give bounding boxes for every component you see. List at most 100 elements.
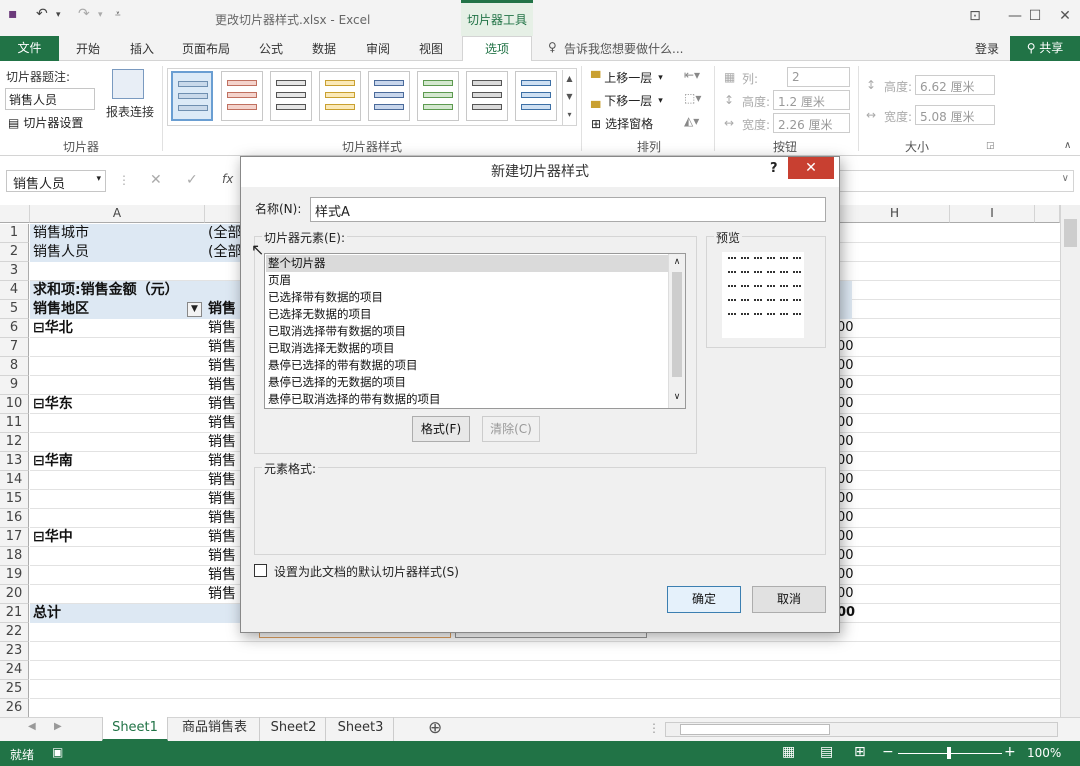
- formula-input[interactable]: ∨: [830, 170, 1074, 192]
- scroll-thumb[interactable]: [1064, 219, 1077, 247]
- list-item[interactable]: 已取消选择无数据的项目: [268, 340, 395, 357]
- normal-view-icon[interactable]: ▦: [782, 744, 795, 760]
- list-item[interactable]: 悬停已选择的无数据的项目: [268, 374, 406, 391]
- list-item[interactable]: 悬停已取消选择的带有数据的项目: [268, 391, 441, 408]
- scroll-up-icon[interactable]: ▲: [563, 70, 576, 88]
- cancel-button[interactable]: 取消: [752, 586, 826, 613]
- gallery-more-icon[interactable]: ▾: [563, 106, 576, 124]
- bring-forward-button[interactable]: ▀ 上移一层 ▾: [591, 69, 663, 86]
- confirm-entry-icon[interactable]: ✓: [186, 172, 198, 188]
- sheet-tab-goods-sales[interactable]: 商品销售表: [170, 717, 260, 741]
- group-icon[interactable]: ⬚▾: [684, 91, 701, 105]
- row-header[interactable]: 3: [0, 262, 29, 281]
- tab-page-layout[interactable]: 页面布局: [182, 40, 230, 57]
- cell-b10[interactable]: 销售: [205, 395, 236, 414]
- row-header[interactable]: 26: [0, 699, 29, 718]
- slicer-style-thumb-5[interactable]: [368, 71, 410, 121]
- style-name-input[interactable]: 样式A: [310, 197, 826, 222]
- select-all-corner[interactable]: [0, 205, 30, 223]
- help-icon[interactable]: ?: [770, 161, 778, 176]
- row-header[interactable]: 24: [0, 661, 29, 680]
- row-header[interactable]: 7: [0, 338, 29, 357]
- slicer-caption-input[interactable]: 销售人员: [5, 88, 95, 110]
- page-layout-view-icon[interactable]: ▤: [820, 744, 833, 760]
- add-sheet-icon[interactable]: ⊕: [428, 718, 442, 738]
- clear-button[interactable]: 清除(C): [482, 416, 540, 442]
- zoom-level[interactable]: 100%: [1027, 746, 1061, 760]
- column-header-i[interactable]: I: [950, 205, 1035, 223]
- slicer-style-thumb-3[interactable]: [270, 71, 312, 121]
- format-button[interactable]: 格式(F): [412, 416, 470, 442]
- cell-b20[interactable]: 销售: [205, 585, 236, 604]
- cell-a2[interactable]: 销售人员: [30, 243, 89, 262]
- row-header[interactable]: 14: [0, 471, 29, 490]
- tab-review[interactable]: 审阅: [366, 40, 390, 57]
- cell-b17[interactable]: 销售: [205, 528, 236, 547]
- row-header[interactable]: 25: [0, 680, 29, 699]
- gallery-scroll[interactable]: ▲ ▼ ▾: [562, 70, 576, 125]
- name-box[interactable]: 销售人员 ▾: [6, 170, 106, 192]
- row-header[interactable]: 9: [0, 376, 29, 395]
- columns-input[interactable]: 2: [787, 67, 850, 87]
- row-header[interactable]: 21: [0, 604, 29, 623]
- cell-a21[interactable]: 总计: [30, 604, 61, 623]
- cell-b15[interactable]: 销售: [205, 490, 236, 509]
- slicer-settings-button[interactable]: ▤ 切片器设置: [8, 114, 83, 131]
- list-item[interactable]: 悬停已选择的带有数据的项目: [268, 357, 418, 374]
- cell-a6[interactable]: ⊟华北: [30, 319, 73, 338]
- row-header[interactable]: 10: [0, 395, 29, 414]
- vertical-scrollbar[interactable]: [1060, 205, 1080, 717]
- row-header[interactable]: 1: [0, 224, 29, 243]
- column-header-a[interactable]: A: [30, 205, 205, 223]
- row-header[interactable]: 8: [0, 357, 29, 376]
- slicer-height-input[interactable]: 6.62 厘米: [915, 75, 995, 95]
- sheet-tab-sheet1[interactable]: Sheet1: [102, 717, 168, 741]
- row-header[interactable]: 13: [0, 452, 29, 471]
- list-item[interactable]: 整个切片器: [268, 255, 326, 272]
- tab-view[interactable]: 视图: [419, 40, 443, 57]
- cell-b8[interactable]: 销售: [205, 357, 236, 376]
- report-connections-icon[interactable]: [112, 69, 144, 99]
- cell-a1[interactable]: 销售城市: [30, 224, 89, 243]
- slicer-width-input[interactable]: 5.08 厘米: [915, 105, 995, 125]
- row-header[interactable]: 20: [0, 585, 29, 604]
- list-item[interactable]: 页眉: [268, 272, 291, 289]
- slicer-style-thumb-2[interactable]: [221, 71, 263, 121]
- button-height-input[interactable]: 1.2 厘米: [773, 90, 850, 110]
- send-backward-button[interactable]: ▄ 下移一层 ▾: [591, 92, 663, 109]
- scroll-down-icon[interactable]: ∨: [669, 389, 685, 405]
- rotate-icon[interactable]: ◭▾: [684, 114, 699, 128]
- cell-a17[interactable]: ⊟华中: [30, 528, 73, 547]
- collapse-icon[interactable]: ⊟: [33, 396, 45, 412]
- zoom-in-icon[interactable]: +: [1004, 744, 1016, 760]
- row-header[interactable]: 23: [0, 642, 29, 661]
- cell-b7[interactable]: 销售: [205, 338, 236, 357]
- cell-b11[interactable]: 销售: [205, 414, 236, 433]
- slicer-style-thumb-8[interactable]: [515, 71, 557, 121]
- zoom-out-icon[interactable]: −: [882, 744, 894, 760]
- row-header[interactable]: 15: [0, 490, 29, 509]
- row-header[interactable]: 16: [0, 509, 29, 528]
- customize-qat-icon[interactable]: ⩡: [115, 9, 121, 20]
- slicer-style-thumb-1[interactable]: [171, 71, 213, 121]
- cell-b5[interactable]: 销售: [205, 300, 236, 319]
- next-sheet-icon[interactable]: ▶: [54, 721, 62, 732]
- row-header[interactable]: 2: [0, 243, 29, 262]
- save-icon[interactable]: ▪: [8, 6, 18, 22]
- cell-b19[interactable]: 销售: [205, 566, 236, 585]
- cell-b1[interactable]: (全部: [205, 224, 241, 243]
- row-header[interactable]: 6: [0, 319, 29, 338]
- tab-data[interactable]: 数据: [312, 40, 336, 57]
- row-header[interactable]: 22: [0, 623, 29, 642]
- cell-a5[interactable]: 销售地区: [30, 300, 89, 319]
- dialog-close-button[interactable]: ✕: [788, 157, 834, 179]
- row-header[interactable]: 19: [0, 566, 29, 585]
- cell-b9[interactable]: 销售: [205, 376, 236, 395]
- cell-a13[interactable]: ⊟华南: [30, 452, 73, 471]
- cell-b2[interactable]: (全部: [205, 243, 241, 262]
- cell-a4[interactable]: 求和项:销售金额（元）: [30, 281, 179, 300]
- column-header-j[interactable]: [1035, 205, 1060, 223]
- filter-dropdown-icon[interactable]: ▼: [187, 302, 202, 317]
- slicer-style-thumb-6[interactable]: [417, 71, 459, 121]
- sheet-tab-sheet3[interactable]: Sheet3: [328, 717, 394, 741]
